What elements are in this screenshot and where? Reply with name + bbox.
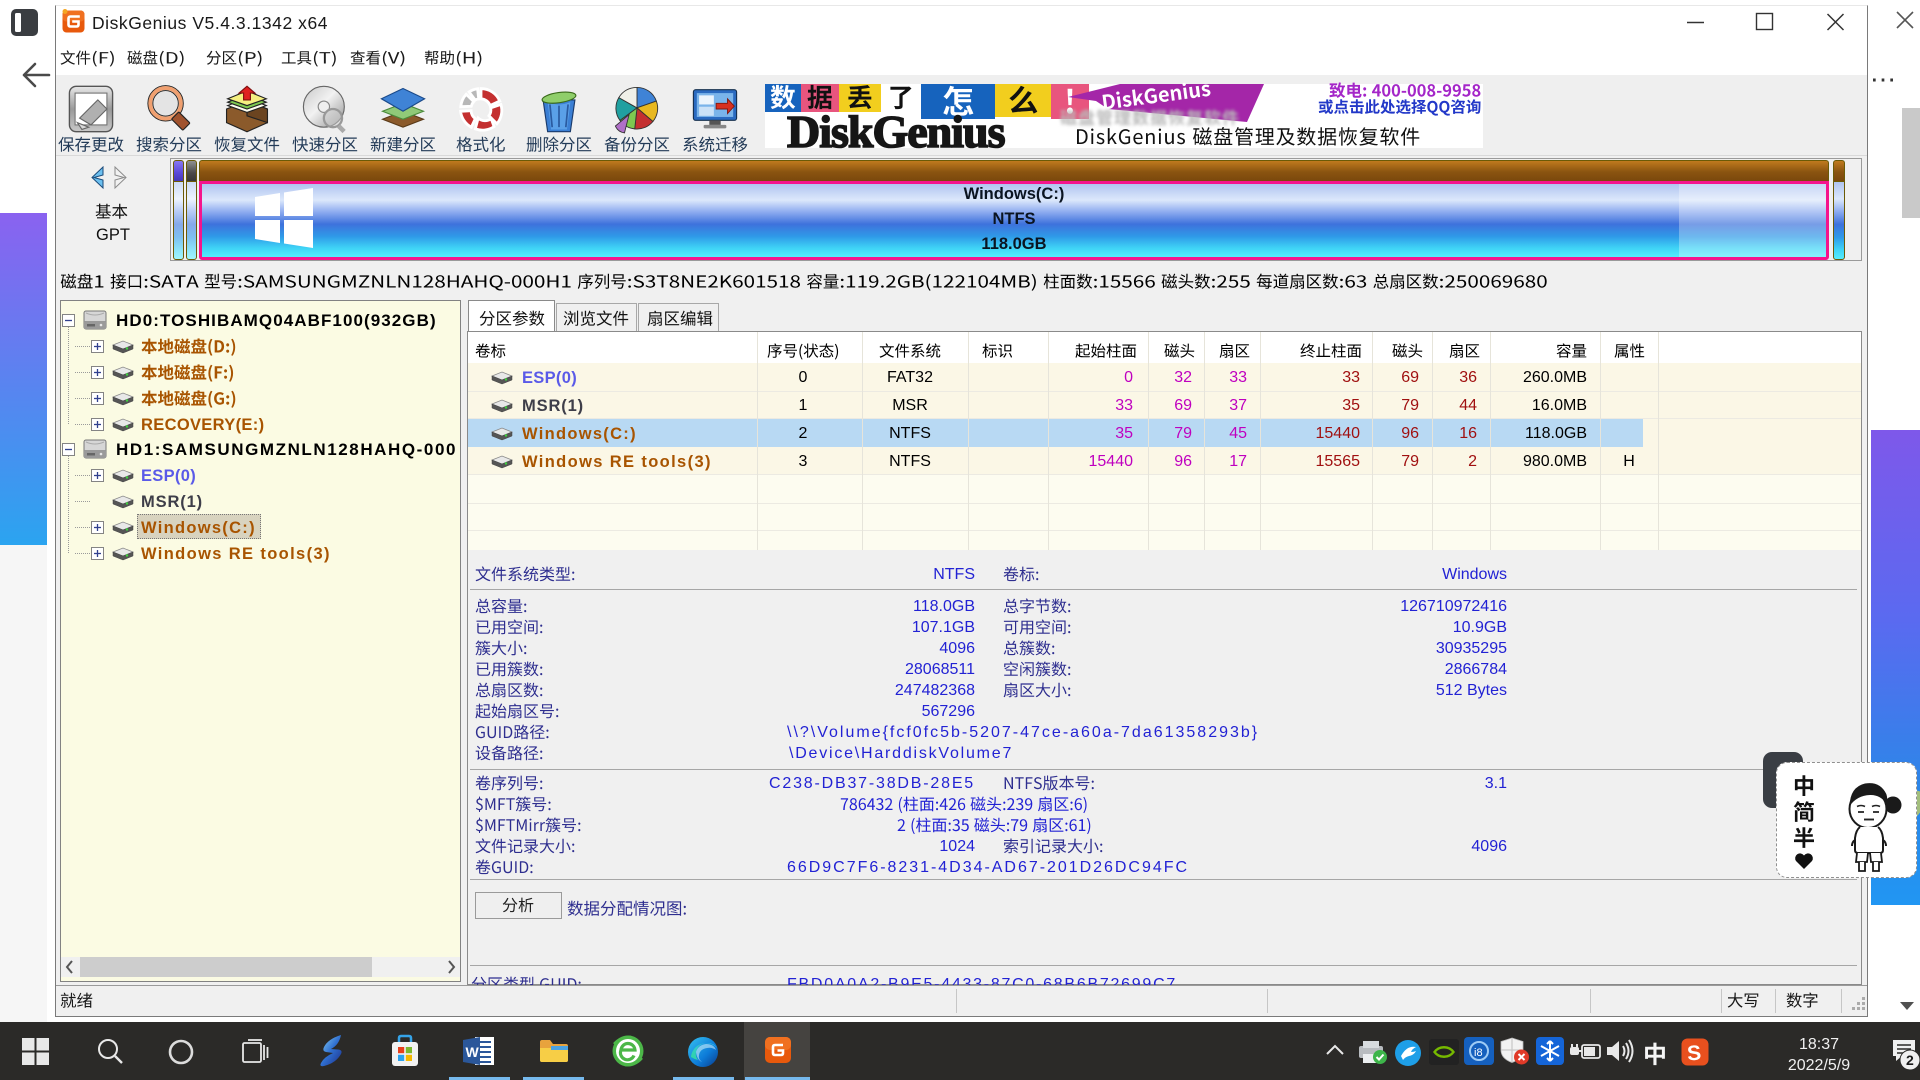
- svg-text:2: 2: [1906, 1052, 1914, 1068]
- svg-text:i8: i8: [1474, 1047, 1483, 1059]
- svg-text:S: S: [1686, 1042, 1702, 1066]
- svg-text:W: W: [466, 1044, 480, 1060]
